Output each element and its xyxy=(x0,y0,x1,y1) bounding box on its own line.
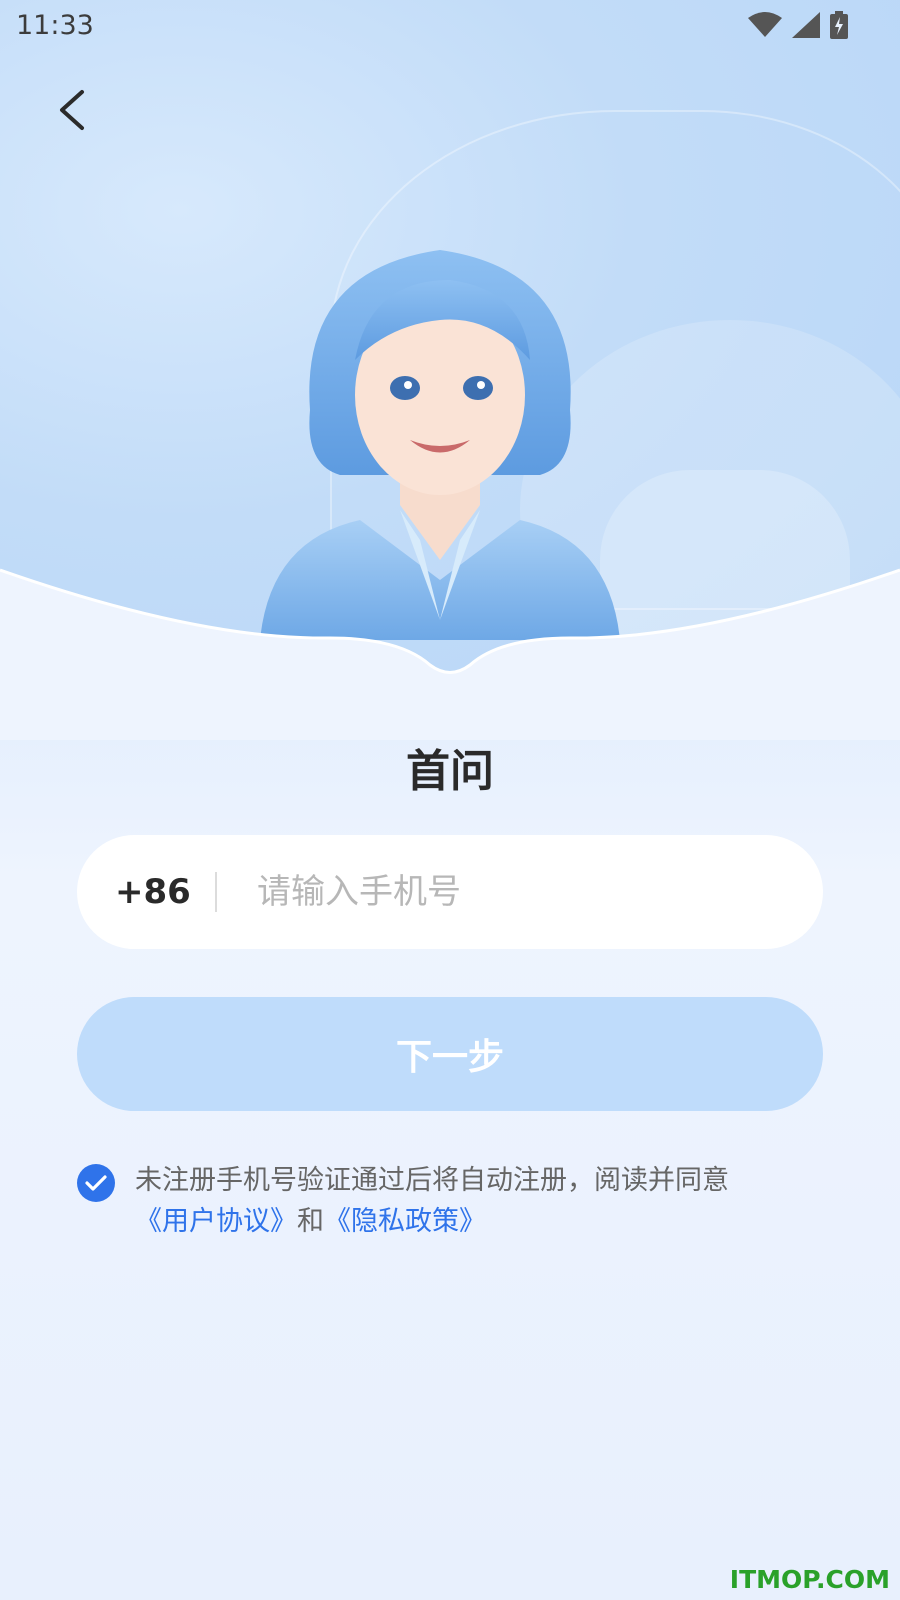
wifi-icon xyxy=(748,12,782,37)
app-name: 首问 xyxy=(406,746,494,797)
agreement: 未注册手机号验证通过后将自动注册，阅读并同意 《用户协议》和《隐私政策》 xyxy=(77,1160,837,1242)
status-bar: 11:33 xyxy=(0,0,900,50)
agreement-statement: 未注册手机号验证通过后将自动注册，阅读并同意 xyxy=(135,1165,729,1196)
watermark: ITMOP.COM xyxy=(729,1565,890,1594)
privacy-policy-link[interactable]: 《隐私政策》 xyxy=(324,1206,486,1237)
back-button[interactable] xyxy=(48,82,96,138)
country-code[interactable]: +86 xyxy=(115,872,215,912)
checkmark-icon xyxy=(85,1175,107,1191)
signal-icon xyxy=(792,12,820,38)
agreement-text: 未注册手机号验证通过后将自动注册，阅读并同意 《用户协议》和《隐私政策》 xyxy=(135,1160,729,1242)
status-icons xyxy=(748,11,848,39)
status-time: 11:33 xyxy=(16,9,94,41)
next-button[interactable]: 下一步 xyxy=(77,997,823,1111)
user-agreement-link[interactable]: 《用户协议》 xyxy=(135,1206,297,1237)
phone-input[interactable] xyxy=(257,872,823,912)
hero-wave-divider xyxy=(0,568,900,740)
battery-charging-icon xyxy=(830,11,848,39)
phone-field: +86 xyxy=(77,835,823,949)
agreement-conjunction: 和 xyxy=(297,1206,324,1237)
field-divider xyxy=(215,872,217,912)
agree-checkbox[interactable] xyxy=(77,1164,115,1202)
chevron-left-icon xyxy=(60,90,84,130)
